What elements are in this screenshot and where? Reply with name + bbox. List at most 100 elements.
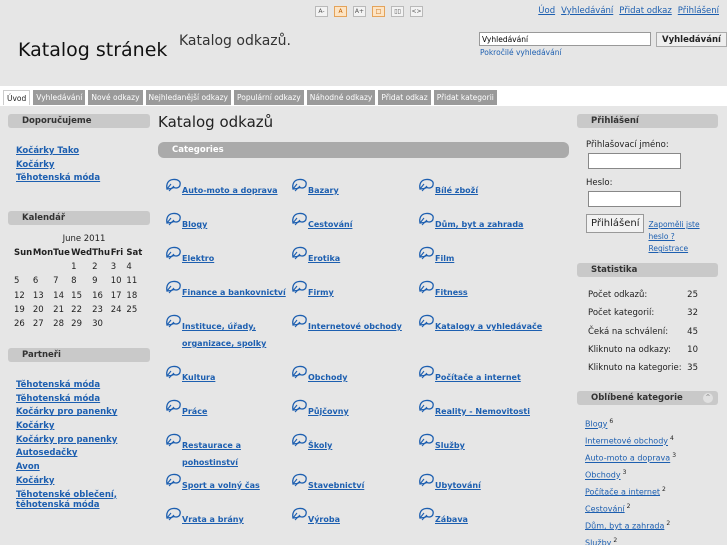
password-field[interactable] — [588, 191, 681, 207]
category-link[interactable]: Blogy — [182, 210, 207, 233]
category-link[interactable]: Bazary — [308, 176, 339, 199]
partner-link[interactable]: Těhotenská móda — [16, 380, 146, 391]
favorite-category: Počítače a internet 2 — [585, 483, 676, 500]
category-link[interactable]: Služby — [435, 431, 465, 454]
calendar-day: 24 — [110, 305, 122, 316]
font-normal-button[interactable]: A — [334, 6, 347, 17]
favorite-category-link[interactable]: Blogy — [585, 420, 607, 429]
favorite-category-link[interactable]: Cestování — [585, 504, 625, 513]
category-link[interactable]: Reality - Nemovitosti — [435, 397, 530, 420]
login-button[interactable]: Přihlášení — [586, 214, 645, 233]
category-link[interactable]: Zábava — [435, 505, 468, 528]
category-link[interactable]: Školy — [308, 431, 332, 454]
layout-wide-button[interactable]: <> — [410, 6, 423, 17]
folder-icon — [291, 312, 308, 335]
category-link[interactable]: Internetové obchody — [308, 312, 402, 335]
category-link[interactable]: Sport a volný čas — [182, 471, 260, 494]
folder-icon — [165, 471, 182, 494]
partner-link[interactable]: Těhotenská móda — [16, 394, 146, 405]
folder-icon — [418, 176, 435, 199]
tab-popular[interactable]: Populární odkazy — [234, 90, 304, 105]
partner-link[interactable]: Kočárky pro panenky — [16, 435, 146, 446]
category-link[interactable]: Ubytování — [435, 471, 481, 494]
favorite-category-count: 2 — [666, 519, 671, 527]
partner-link[interactable]: Kočárky — [16, 421, 146, 432]
recommend-link[interactable]: Kočárky — [16, 160, 100, 170]
favorite-category-link[interactable]: Dům, byt a zahrada — [585, 521, 664, 530]
font-larger-button[interactable]: A+ — [353, 6, 366, 17]
stat-label: Počet kategorií: — [588, 308, 655, 319]
tab-most-searched[interactable]: Nejhledanější odkazy — [145, 90, 231, 105]
font-smaller-button[interactable]: A- — [315, 6, 328, 17]
category-item: Auto-moto a doprava — [165, 176, 291, 210]
category-link[interactable]: Erotika — [308, 244, 340, 267]
category-link[interactable]: Fitness — [435, 278, 468, 301]
tab-search[interactable]: Vyhledávání — [33, 90, 86, 105]
favorite-category-link[interactable]: Internetové obchody — [585, 437, 668, 446]
advanced-search-link[interactable]: Pokročilé vyhledávání — [480, 48, 562, 57]
recommend-link[interactable]: Těhotenská móda — [16, 173, 100, 183]
tab-home[interactable]: Úvod — [3, 90, 31, 105]
category-link[interactable]: Výroba — [308, 505, 340, 528]
tab-new-links[interactable]: Nové odkazy — [88, 90, 143, 105]
category-link[interactable]: Cestování — [308, 210, 352, 233]
category-link[interactable]: Bílé zboží — [435, 176, 478, 199]
partner-link[interactable]: Kočárky pro panenky — [16, 407, 146, 418]
partners-heading: Partneři — [8, 348, 150, 362]
recommend-link[interactable]: Kočárky Tako — [16, 146, 100, 156]
layout-medium-button[interactable]: ▯▯ — [391, 6, 404, 17]
favorite-category-count: 2 — [613, 536, 618, 544]
category-link[interactable]: Instituce, úřady, organizace, spolky — [182, 312, 291, 352]
category-link[interactable]: Auto-moto a doprava — [182, 176, 278, 199]
favorite-category-link[interactable]: Auto-moto a doprava — [585, 454, 670, 463]
top-link-search[interactable]: Vyhledávání — [561, 6, 613, 16]
category-link[interactable]: Elektro — [182, 244, 214, 267]
tab-random[interactable]: Náhodné odkazy — [306, 90, 376, 105]
search-input[interactable] — [479, 32, 651, 46]
folder-icon — [291, 397, 308, 420]
folder-icon — [165, 176, 182, 199]
category-link[interactable]: Stavebnictví — [308, 471, 364, 494]
category-link[interactable]: Finance a bankovnictví — [182, 278, 286, 301]
site-title: Katalog stránek — [18, 39, 168, 61]
layout-narrow-button[interactable]: □ — [372, 6, 385, 17]
partner-link[interactable]: Kočárky — [16, 476, 146, 487]
calendar-day: 9 — [92, 276, 98, 287]
tab-add-link[interactable]: Přidat odkaz — [378, 90, 431, 105]
folder-icon — [165, 210, 182, 233]
category-link[interactable]: Počítače a internet — [435, 363, 521, 386]
stat-label: Čeká na schválení: — [588, 326, 669, 337]
category-link[interactable]: Vrata a brány — [182, 505, 244, 528]
top-link-home[interactable]: Úod — [538, 6, 555, 16]
stat-row: Kliknuto na kategorie: 35 — [588, 363, 698, 373]
category-link[interactable]: Firmy — [308, 278, 334, 301]
collapse-up-icon[interactable]: ⌃ — [703, 393, 713, 403]
favorite-category-link[interactable]: Počítače a internet — [585, 487, 660, 496]
font-size-controls: A- A A+ □ ▯▯ <> — [315, 6, 423, 17]
register-link[interactable]: Registrace — [648, 244, 688, 253]
favorite-category-link[interactable]: Obchody — [585, 471, 621, 480]
partner-link[interactable]: Avon — [16, 462, 146, 473]
favorite-category: Auto-moto a doprava 3 — [585, 449, 676, 466]
category-link[interactable]: Půjčovny — [308, 397, 349, 420]
forgot-password-link[interactable]: Zapoměli jste heslo ? — [648, 220, 699, 241]
top-link-add-link[interactable]: Přidat odkaz — [619, 6, 672, 16]
username-field[interactable] — [588, 153, 681, 169]
search-button[interactable]: Vyhledávání — [656, 32, 727, 47]
category-link[interactable]: Kultura — [182, 363, 215, 386]
category-link[interactable]: Dům, byt a zahrada — [435, 210, 523, 233]
stat-value: 10 — [687, 344, 698, 355]
tab-add-category[interactable]: Přidat kategorii — [433, 90, 497, 105]
category-link[interactable]: Práce — [182, 397, 207, 420]
category-link[interactable]: Obchody — [308, 363, 347, 386]
folder-icon — [418, 210, 435, 233]
favorite-category-link[interactable]: Služby — [585, 538, 611, 545]
partner-link[interactable]: Autosedačky — [16, 448, 146, 459]
category-link[interactable]: Katalogy a vyhledávače — [435, 312, 542, 335]
partner-link[interactable]: Těhotenské oblečení, těhotenská móda — [16, 490, 146, 511]
stat-row: Počet odkazů: 25 — [588, 290, 698, 300]
folder-icon — [418, 244, 435, 267]
category-link[interactable]: Film — [435, 244, 454, 267]
category-link[interactable]: Restaurace a pohostinství — [182, 431, 291, 471]
top-link-login[interactable]: Přihlášení — [678, 6, 719, 16]
